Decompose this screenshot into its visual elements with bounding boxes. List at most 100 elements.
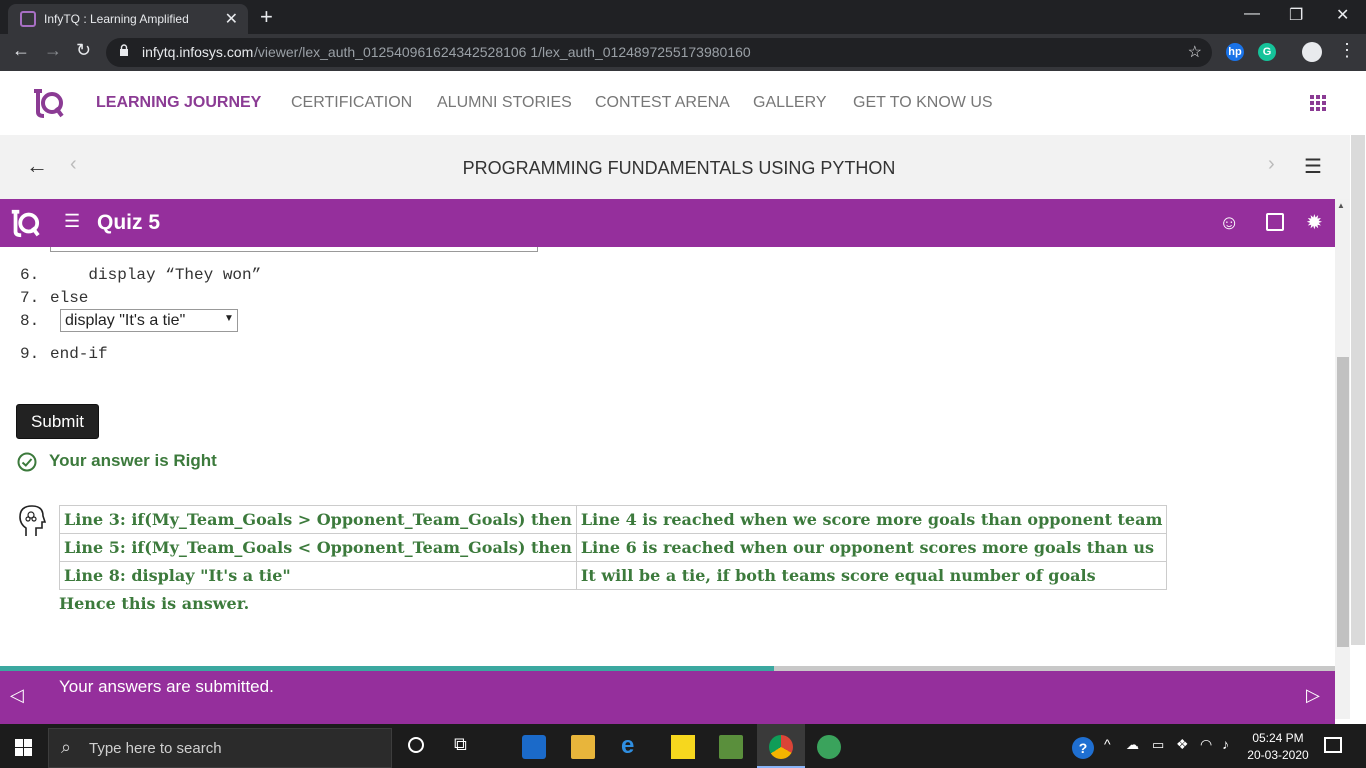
notepad-app-icon[interactable]	[719, 735, 743, 759]
windows-start-icon[interactable]	[15, 739, 32, 756]
infytq-logo[interactable]	[30, 86, 64, 120]
table-row: Line 5: if(My_Team_Goals < Opponent_Team…	[59, 533, 1168, 562]
nav-certification[interactable]: CERTIFICATION	[291, 94, 412, 112]
url-host: infytq.infosys.com	[142, 44, 254, 60]
back-arrow-icon[interactable]: ←	[12, 40, 30, 61]
explanation-conclusion: Hence this is answer.	[59, 594, 250, 613]
notifications-icon[interactable]	[1324, 737, 1342, 753]
quiz-title: Quiz 5	[97, 211, 161, 234]
visual-studio-code-icon[interactable]	[522, 735, 546, 759]
code-line-number: 8.	[20, 312, 40, 330]
clock-time: 05:24 PM	[1252, 731, 1304, 745]
browser-tab[interactable]: InfyTQ : Learning Amplified ✕	[8, 4, 248, 34]
quiz-scrollbar-thumb[interactable]	[1337, 357, 1349, 647]
line8-selected-value: display "It's a tie"	[65, 312, 186, 329]
nav-gallery[interactable]: GALLERY	[753, 94, 827, 112]
infytq-logo	[11, 209, 40, 238]
line8-dropdown[interactable]: display "It's a tie" ▼	[60, 309, 238, 332]
quiz-toolbar: ☰ Quiz 5 ☺ ✹	[0, 199, 1335, 247]
line5-dropdown[interactable]	[50, 247, 538, 252]
window-close-icon[interactable]: ✕	[1336, 5, 1349, 25]
course-header: ← ‹ PROGRAMMING FUNDAMENTALS USING PYTHO…	[0, 135, 1366, 199]
browser-tab-strip: InfyTQ : Learning Amplified ✕ + — ❐ ✕	[0, 0, 1366, 34]
code-line-number: 9.	[20, 345, 40, 363]
nav-alumni-stories[interactable]: ALUMNI STORIES	[437, 94, 572, 112]
code-line-number: 6.	[20, 266, 40, 284]
calendar-icon[interactable]	[1266, 213, 1284, 231]
restore-icon[interactable]: ❐	[1289, 5, 1303, 25]
feedback-smiley-icon[interactable]: ☺	[1219, 212, 1239, 235]
hamburger-menu-icon[interactable]: ☰	[64, 211, 80, 232]
dropbox-icon[interactable]: ❖	[1176, 736, 1189, 753]
quiz-content: 6. display “They won” 7. else 8. display…	[0, 247, 1335, 667]
page-scrollbar-thumb[interactable]	[1351, 135, 1365, 645]
file-explorer-icon[interactable]	[571, 735, 595, 759]
next-triangle-icon[interactable]: ▷	[1306, 685, 1320, 706]
previous-triangle-icon[interactable]: ◁	[10, 685, 24, 706]
next-chevron-icon[interactable]: ›	[1268, 153, 1275, 176]
table-row: Line 3: if(My_Team_Goals > Opponent_Team…	[59, 505, 1168, 534]
table-cell: Line 4 is reached when we score more goa…	[575, 505, 1168, 534]
onedrive-icon[interactable]: ☁	[1126, 737, 1139, 753]
help-icon[interactable]: ?	[1072, 737, 1094, 759]
show-hidden-icons-icon[interactable]: ^	[1104, 736, 1111, 752]
tab-title: InfyTQ : Learning Amplified	[44, 12, 189, 26]
hp-extension-icon[interactable]: hp	[1226, 43, 1244, 61]
search-placeholder: Type here to search	[89, 740, 222, 757]
submit-button[interactable]: Submit	[16, 404, 99, 439]
close-tab-icon[interactable]: ✕	[225, 9, 238, 29]
windows-taskbar: ⌕ Type here to search ⧉ e ? ^ ☁ ▭ ❖ ◠ ♪ …	[0, 724, 1366, 768]
dropdown-caret-icon: ▼	[224, 313, 234, 324]
scroll-up-icon[interactable]: ▲	[1337, 201, 1345, 210]
url-path: /viewer/lex_auth_012540961624342528106 1…	[254, 44, 751, 60]
table-cell: Line 5: if(My_Team_Goals < Opponent_Team…	[59, 533, 577, 562]
profile-avatar[interactable]	[1302, 42, 1322, 62]
table-cell: Line 8: display "It's a tie"	[59, 561, 577, 590]
quiz-footer: ◁ Your answers are submitted. ▷	[0, 671, 1335, 724]
table-row: Line 8: display "It's a tie" It will be …	[59, 561, 1168, 590]
lock-icon	[120, 44, 128, 56]
result-message: Your answer is Right	[49, 451, 217, 470]
nav-get-to-know-us[interactable]: GET TO KNOW US	[853, 94, 993, 112]
course-title: PROGRAMMING FUNDAMENTALS USING PYTHON	[462, 158, 896, 178]
site-header: LEARNING JOURNEY CERTIFICATION ALUMNI ST…	[0, 71, 1366, 135]
apps-grid-icon[interactable]	[1310, 95, 1326, 111]
nav-contest-arena[interactable]: CONTEST ARENA	[595, 94, 730, 112]
code-line-number: 7.	[20, 289, 40, 307]
browser-menu-icon[interactable]: ⋮	[1338, 40, 1356, 61]
address-bar[interactable]: infytq.infosys.com /viewer/lex_auth_0125…	[106, 38, 1212, 67]
search-icon: ⌕	[61, 737, 72, 757]
forward-arrow-icon[interactable]: →	[44, 40, 62, 61]
code-line-text: else	[50, 289, 89, 307]
battery-icon[interactable]: ▭	[1152, 737, 1164, 753]
toc-menu-icon[interactable]: ☰	[1304, 154, 1322, 179]
grammarly-extension-icon[interactable]: G	[1258, 43, 1276, 61]
bookmark-star-icon[interactable]: ☆	[1188, 42, 1202, 62]
system-clock[interactable]: 05:24 PM 20-03-2020	[1246, 730, 1310, 764]
minimize-icon[interactable]: —	[1244, 5, 1260, 23]
taskbar-search-box[interactable]: ⌕ Type here to search	[48, 728, 392, 768]
new-tab-icon[interactable]: +	[260, 4, 273, 30]
task-view-icon[interactable]: ⧉	[454, 734, 467, 755]
atom-editor-icon[interactable]	[817, 735, 841, 759]
volume-icon[interactable]: ♪	[1222, 736, 1229, 752]
clock-date: 20-03-2020	[1247, 748, 1309, 762]
cortana-icon[interactable]	[408, 737, 424, 753]
thinking-head-icon	[19, 505, 46, 536]
footer-message: Your answers are submitted.	[59, 677, 274, 696]
wifi-icon[interactable]: ◠	[1200, 736, 1212, 753]
settings-gear-icon[interactable]: ✹	[1306, 210, 1323, 235]
code-line-text: end-if	[50, 345, 108, 363]
explanation-table: Line 3: if(My_Team_Goals > Opponent_Team…	[59, 505, 1168, 590]
sticky-notes-icon[interactable]	[671, 735, 695, 759]
edge-browser-icon[interactable]: e	[621, 732, 645, 759]
nav-learning-journey[interactable]: LEARNING JOURNEY	[96, 94, 261, 112]
infytq-favicon-icon	[20, 11, 36, 27]
table-cell: It will be a tie, if both teams score eq…	[575, 561, 1168, 590]
table-cell: Line 6 is reached when our opponent scor…	[575, 533, 1168, 562]
reload-icon[interactable]: ↻	[76, 40, 91, 61]
chrome-icon[interactable]	[769, 735, 793, 759]
code-line-text: display “They won”	[50, 266, 262, 284]
browser-toolbar: ← → ↻ infytq.infosys.com /viewer/lex_aut…	[0, 34, 1366, 71]
check-circle-icon	[17, 452, 37, 472]
